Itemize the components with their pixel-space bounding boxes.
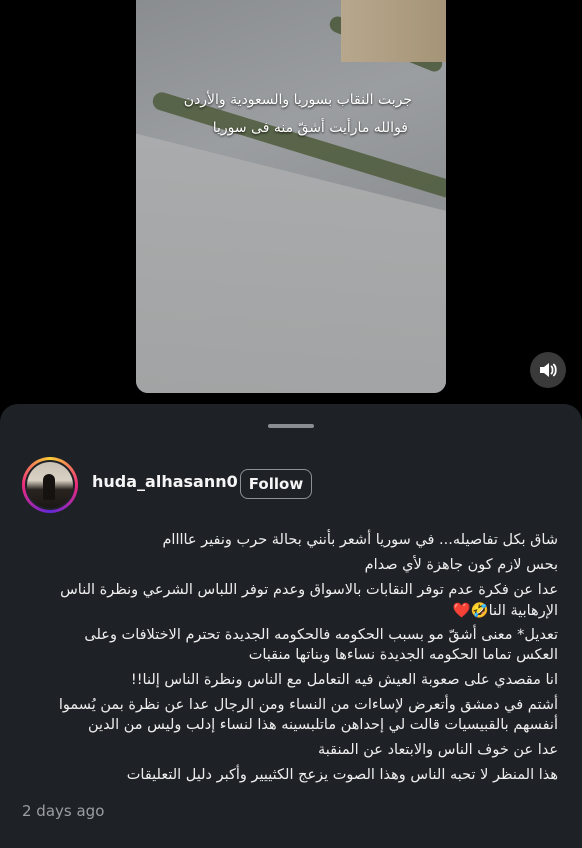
- volume-button[interactable]: [530, 352, 566, 388]
- caption-line: أشتم في دمشق وأتعرض لإساءات من النساء وم…: [58, 697, 558, 713]
- video-overlay-text: جربت النقاب بسوريا والسعودية والأردن: [183, 92, 412, 108]
- post-timestamp: 2 days ago: [22, 802, 105, 820]
- caption-line: هذا المنظر لا تحبه الناس وهذا الصوت يزعج…: [126, 767, 558, 783]
- username[interactable]: huda_alhasann0: [92, 472, 238, 491]
- video-player[interactable]: [136, 0, 446, 393]
- caption-line: أنفسهم بالقبيسيات قالت لي إحداهن ماتلبسي…: [88, 717, 558, 733]
- video-overlay-text: فوالله مارأيت أشقّ منه فى سوريا: [212, 120, 408, 136]
- caption-line: العكس تماما الحكومه الجديدة نساءها وبنات…: [248, 647, 558, 663]
- speaker-icon: [540, 363, 557, 377]
- caption-line: عدا عن فكرة عدم توفر النقابات بالاسواق و…: [60, 582, 558, 598]
- caption-line: الإرهابية النا🤣: [470, 603, 558, 619]
- caption-line-with-heart: الإرهابية النا🤣❤️: [38, 602, 558, 619]
- caption-line: انا مقصدي على صعوبة العيش فيه التعامل مع…: [130, 672, 558, 688]
- avatar[interactable]: [22, 457, 78, 513]
- video-frame-wall: [341, 0, 446, 62]
- caption-line: شاق بكل تفاصيله... في سوريا أشعر بأنني ب…: [162, 532, 558, 548]
- caption-line: عدا عن خوف الناس والابتعاد عن المنقبة: [317, 742, 558, 758]
- follow-button[interactable]: Follow: [240, 469, 312, 499]
- sheet-drag-handle[interactable]: [268, 424, 314, 428]
- caption-line: تعديل* معنى أشقّ مو بسبب الحكومه فالحكوم…: [84, 627, 558, 643]
- heart-icon: ❤️: [452, 603, 471, 619]
- caption-line: بحس لازم كون جاهزة لأي صدام: [364, 557, 558, 573]
